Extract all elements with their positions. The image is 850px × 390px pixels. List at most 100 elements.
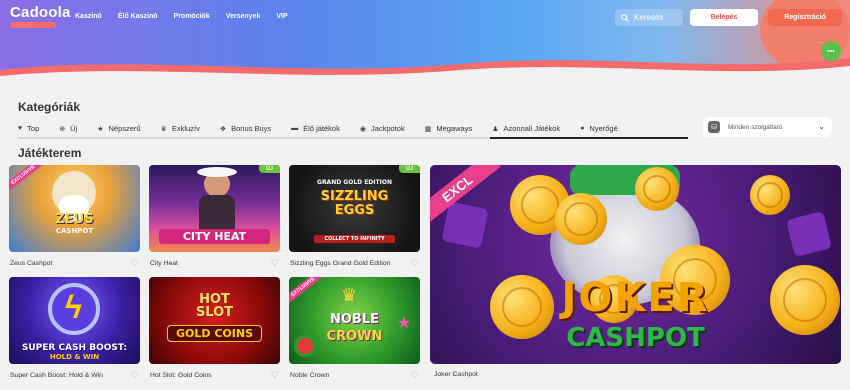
- game-name: City Heat: [150, 260, 178, 267]
- game-art-edition: GRAND GOLD EDITION: [317, 179, 392, 186]
- games-title: Játékterem: [18, 146, 82, 160]
- game-card-hot-slot-gold-coins[interactable]: HOT SLOT GOLD COINS Hot Slot: Gold Coins…: [149, 277, 280, 381]
- slot-icon: ●: [580, 125, 585, 132]
- heart-icon: ♥: [18, 125, 23, 132]
- gold-coin: [555, 193, 607, 245]
- tab-instant-games[interactable]: ♟ Azonnali Játékok: [492, 124, 560, 133]
- game-card-super-cash-boost[interactable]: ϟ SUPER CASH BOOST: HOLD & WIN Super Cas…: [9, 277, 140, 381]
- search-icon: [621, 13, 629, 22]
- chat-bubble-icon[interactable]: [821, 41, 841, 61]
- lightning-icon: ϟ: [65, 289, 82, 325]
- tab-jackpots[interactable]: ◉ Jackpotok: [360, 124, 405, 133]
- featured-game-joker-cashpot[interactable]: JOKER CASHPOT EXCL: [430, 165, 841, 364]
- game-thumbnail[interactable]: HOT SLOT GOLD COINS: [149, 277, 280, 364]
- tab-megaways[interactable]: ▦ Megaways: [425, 124, 472, 133]
- tab-live-games[interactable]: ▬ Élő játékok: [291, 124, 340, 133]
- game-name: Noble Crown: [290, 372, 330, 379]
- tab-label: Élő játékok: [303, 124, 340, 133]
- login-button[interactable]: Belépés: [690, 9, 758, 26]
- game-thumbnail[interactable]: ϟ SUPER CASH BOOST: HOLD & WIN: [9, 277, 140, 364]
- favorite-heart-icon[interactable]: ♡: [131, 370, 139, 381]
- provider-placeholder: Minden szolgáltató: [728, 123, 783, 131]
- exclusive-badge: EXCLUSIVE: [289, 277, 327, 307]
- camera-icon: ▬: [291, 125, 299, 132]
- paw-icon: ❖: [219, 125, 227, 133]
- category-scroll-indicator[interactable]: [490, 137, 688, 139]
- game-name: Hot Slot: Gold Coins: [150, 372, 212, 379]
- main-nav: Kaszinó Élő Kaszinó Promóciók Versenyek …: [75, 13, 288, 20]
- favorite-heart-icon[interactable]: ♡: [411, 258, 419, 269]
- game-card-noble-crown[interactable]: ♛ NOBLE CROWN ★ EXCLUSIVE Noble Crown ♡: [289, 277, 420, 381]
- search-button[interactable]: Keresés: [615, 9, 683, 26]
- grid-icon: ▦: [424, 125, 432, 133]
- tab-label: Jackpotok: [370, 124, 405, 133]
- provider-icon: ⛁: [708, 121, 720, 133]
- tab-label: Top: [27, 124, 40, 133]
- character-body: [199, 195, 235, 231]
- tab-popular[interactable]: ★ Népszerű: [97, 124, 140, 133]
- logo-swoosh: [10, 22, 56, 28]
- game-art-subtitle: HOLD & WIN: [49, 353, 100, 361]
- tab-slots[interactable]: ● Nyerőgé: [580, 124, 618, 133]
- register-button[interactable]: Regisztráció: [768, 9, 842, 26]
- star-icon: ★: [397, 315, 412, 332]
- purple-gem: [785, 210, 833, 258]
- new-badge: ÚJ: [398, 165, 420, 173]
- provider-select[interactable]: ⛁ Minden szolgáltató ⌄: [703, 117, 832, 137]
- site-header: Cadoola Kaszinó Élő Kaszinó Promóciók Ve…: [0, 0, 850, 78]
- crown-icon: ♛: [341, 285, 358, 305]
- coin-icon: ◉: [359, 125, 366, 133]
- tab-new[interactable]: ⊕ Új: [59, 124, 77, 133]
- gold-coin: [750, 175, 790, 215]
- nav-item-promociok[interactable]: Promóciók: [174, 13, 210, 20]
- game-thumbnail[interactable]: ZEUS CASHPOT EXCLUSIVE: [9, 165, 140, 252]
- nav-item-elo-kaszino[interactable]: Élő Kaszinó: [118, 13, 158, 20]
- game-art-title: SIZZLING EGGS: [320, 189, 389, 218]
- game-thumbnail[interactable]: ♛ NOBLE CROWN ★ EXCLUSIVE: [289, 277, 420, 364]
- new-badge: ÚJ: [258, 165, 280, 173]
- site-logo[interactable]: Cadoola: [10, 4, 71, 21]
- game-art-title: ZEUS: [55, 212, 94, 227]
- crown-icon: ♛: [160, 125, 167, 133]
- tab-label: Megaways: [436, 124, 473, 133]
- category-tabs: ♥ Top ⊕ Új ★ Népszerű ♛ Exkluzív ❖ Bonus Buys…: [18, 120, 688, 137]
- tab-label: Új: [70, 124, 78, 133]
- favorite-heart-icon[interactable]: ♡: [131, 258, 139, 269]
- tab-bonus-buys[interactable]: ❖ Bonus Buys: [220, 124, 271, 133]
- game-thumbnail[interactable]: GRAND GOLD EDITION SIZZLING EGGS COLLECT…: [289, 165, 420, 252]
- tab-label: Bonus Buys: [231, 124, 272, 133]
- game-card-zeus-cashpot[interactable]: ZEUS CASHPOT EXCLUSIVE Zeus Cashpot ♡: [9, 165, 140, 269]
- purple-gem: [441, 201, 489, 249]
- watermelon-icon: [294, 335, 316, 357]
- game-card-city-heat[interactable]: CITY HEAT ÚJ City Heat ♡: [149, 165, 280, 269]
- header-wave: [0, 58, 850, 78]
- character-hat: [197, 167, 237, 177]
- game-name: Sizzling Eggs Grand Gold Edition: [290, 260, 391, 267]
- game-art-subtitle: GOLD COINS: [167, 325, 262, 342]
- search-label: Keresés: [634, 13, 664, 22]
- tab-exclusive[interactable]: ♛ Exkluzív: [161, 124, 200, 133]
- game-name: Zeus Cashpot: [10, 260, 53, 267]
- nav-item-kaszino[interactable]: Kaszinó: [75, 13, 102, 20]
- game-art-title: SUPER CASH BOOST:: [21, 343, 128, 353]
- nav-item-versenyek[interactable]: Versenyek: [226, 13, 261, 20]
- categories-title: Kategóriák: [18, 100, 81, 114]
- tab-label: Azonnali Játékok: [503, 124, 561, 133]
- tab-top[interactable]: ♥ Top: [18, 124, 39, 133]
- favorite-heart-icon[interactable]: ♡: [411, 370, 419, 381]
- game-thumbnail[interactable]: CITY HEAT ÚJ: [149, 165, 280, 252]
- nav-item-vip[interactable]: VIP: [276, 13, 287, 20]
- favorite-heart-icon[interactable]: ♡: [271, 258, 279, 269]
- person-icon: ♟: [492, 125, 499, 133]
- chat-dots-icon: [827, 50, 835, 52]
- gold-coin: [635, 167, 679, 211]
- favorite-heart-icon[interactable]: ♡: [271, 370, 279, 381]
- tab-label: Nyerőgé: [589, 124, 618, 133]
- game-art-subtitle: CASHPOT: [55, 227, 94, 235]
- game-card-sizzling-eggs[interactable]: GRAND GOLD EDITION SIZZLING EGGS COLLECT…: [289, 165, 420, 269]
- game-art-tagline: COLLECT TO INFINITY: [314, 235, 395, 243]
- game-art-subtitle: CASHPOT: [566, 323, 705, 353]
- game-art-title: JOKER: [561, 275, 710, 321]
- game-art-title: CITY HEAT: [159, 229, 270, 244]
- tab-label: Népszerű: [108, 124, 141, 133]
